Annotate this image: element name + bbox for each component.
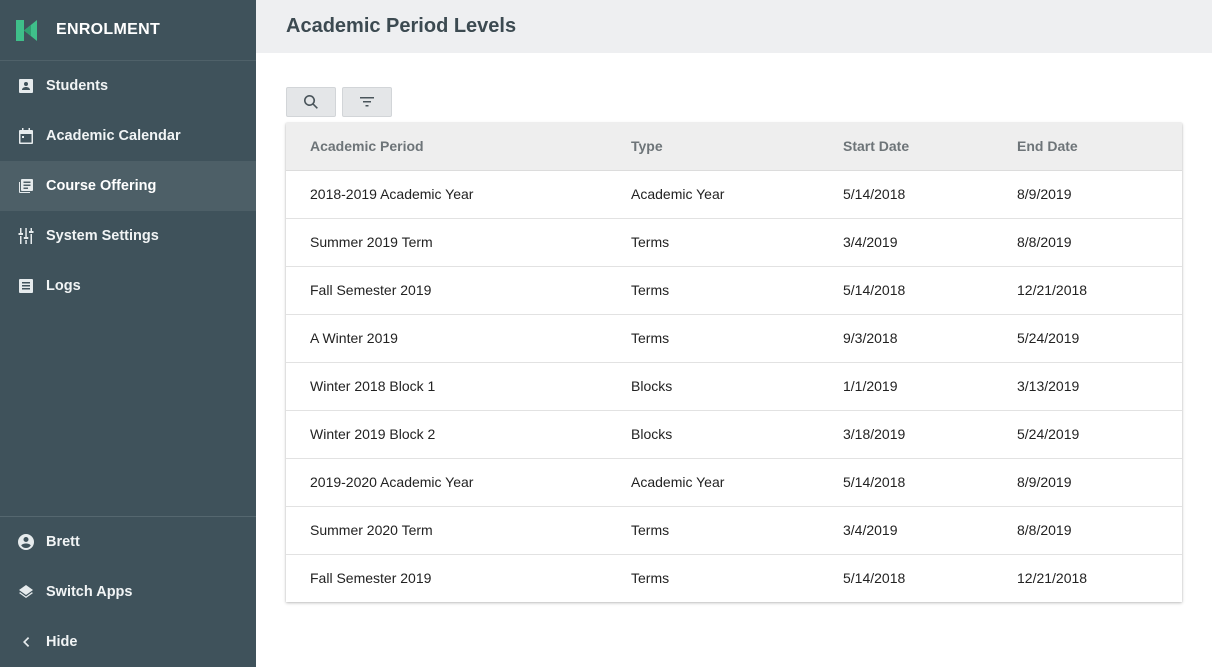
sidebar: ENROLMENT Students Academic Calendar Cou… xyxy=(0,0,256,667)
table-row[interactable]: A Winter 2019 Terms 9/3/2018 5/24/2019 xyxy=(286,314,1182,363)
student-id-icon xyxy=(18,78,34,94)
cell-type: Academic Year xyxy=(607,458,819,507)
cell-type: Blocks xyxy=(607,362,819,411)
sidebar-item-logs[interactable]: Logs xyxy=(0,261,256,311)
cell-start-date: 5/14/2018 xyxy=(843,570,906,587)
sidebar-item-label: System Settings xyxy=(46,228,159,244)
brand: ENROLMENT xyxy=(0,0,256,61)
table-row[interactable]: Summer 2019 Term Terms 3/4/2019 8/8/2019 xyxy=(286,218,1182,267)
cell-end-date: 5/24/2019 xyxy=(993,410,1182,459)
cell-end-date: 8/8/2019 xyxy=(993,218,1182,267)
filter-icon xyxy=(360,97,374,107)
sidebar-item-system-settings[interactable]: System Settings xyxy=(0,211,256,261)
table-row[interactable]: Winter 2019 Block 2 Blocks 3/18/2019 5/2… xyxy=(286,410,1182,459)
sidebar-item-academic-calendar[interactable]: Academic Calendar xyxy=(0,111,256,161)
search-icon xyxy=(304,95,318,109)
table-row[interactable]: Winter 2018 Block 1 Blocks 1/1/2019 3/13… xyxy=(286,362,1182,411)
cell-type: Terms xyxy=(607,266,819,315)
cell-start-date: 3/4/2019 xyxy=(819,506,993,555)
sidebar-item-label: Course Offering xyxy=(46,178,157,194)
cell-academic-period: 2019-2020 Academic Year xyxy=(286,458,607,507)
cell-start-date: 9/3/2018 xyxy=(819,314,993,363)
chevron-left-icon xyxy=(18,634,34,650)
sidebar-item-switch-apps[interactable]: Switch Apps xyxy=(0,567,256,617)
sidebar-item-label: Academic Calendar xyxy=(46,128,181,144)
page-header: Academic Period Levels xyxy=(256,0,1212,53)
academic-periods-table: Academic Period Type Start Date End Date… xyxy=(286,123,1182,602)
cell-end-date: 5/24/2019 xyxy=(993,314,1182,363)
cell-start-date: 5/14/2018 xyxy=(819,170,993,219)
cell-end-date: 8/9/2019 xyxy=(993,458,1182,507)
page-title: Academic Period Levels xyxy=(286,15,517,37)
table-toolbar xyxy=(286,87,392,117)
app-logo-icon xyxy=(16,19,37,41)
sidebar-item-hide[interactable]: Hide xyxy=(0,617,256,667)
cell-end-date: 8/9/2019 xyxy=(993,170,1182,219)
column-header-start-date[interactable]: Start Date xyxy=(819,123,993,171)
cell-academic-period: A Winter 2019 xyxy=(286,314,607,363)
cell-academic-period: Winter 2018 Block 1 xyxy=(286,362,607,411)
sidebar-item-label: Hide xyxy=(46,634,78,650)
sidebar-item-label: Students xyxy=(46,78,109,94)
cell-academic-period: Winter 2019 Block 2 xyxy=(286,410,607,459)
cell-end-date: 12/21/2018 xyxy=(993,266,1182,315)
column-header-type[interactable]: Type xyxy=(607,123,819,171)
cell-academic-period: Fall Semester 2019 xyxy=(310,570,432,587)
main-nav: Students Academic Calendar Course Offeri… xyxy=(0,61,256,311)
cell-start-date: 3/18/2019 xyxy=(819,410,993,459)
cell-end-date: 12/21/2018 xyxy=(1017,570,1088,587)
cell-start-date: 1/1/2019 xyxy=(819,362,993,411)
calendar-icon xyxy=(18,128,34,144)
sidebar-item-label: Switch Apps xyxy=(46,584,133,600)
cell-type: Blocks xyxy=(607,410,819,459)
sliders-icon xyxy=(18,228,34,244)
sidebar-bottom-nav: Brett Switch Apps Hide xyxy=(0,516,256,667)
cell-type: Terms xyxy=(631,570,670,587)
cell-academic-period: Fall Semester 2019 xyxy=(286,266,607,315)
cell-start-date: 3/4/2019 xyxy=(819,218,993,267)
library-books-icon xyxy=(18,178,34,194)
sidebar-item-user[interactable]: Brett xyxy=(0,517,256,567)
table-row[interactable]: Summer 2020 Term Terms 3/4/2019 8/8/2019 xyxy=(286,506,1182,555)
list-document-icon xyxy=(18,278,34,294)
app-title: ENROLMENT xyxy=(56,21,161,38)
sidebar-item-course-offering[interactable]: Course Offering xyxy=(0,161,256,211)
cell-end-date: 3/13/2019 xyxy=(993,362,1182,411)
table-row[interactable]: 2018-2019 Academic Year Academic Year 5/… xyxy=(286,170,1182,219)
table-row[interactable]: Fall Semester 2019 Terms 5/14/2018 12/21… xyxy=(286,266,1182,315)
cell-start-date: 5/14/2018 xyxy=(819,458,993,507)
cell-academic-period: 2018-2019 Academic Year xyxy=(286,170,607,219)
column-header-end-date[interactable]: End Date xyxy=(993,123,1182,171)
cell-academic-period: Summer 2020 Term xyxy=(286,506,607,555)
column-header-academic-period[interactable]: Academic Period xyxy=(286,123,607,171)
search-button[interactable] xyxy=(286,87,336,117)
cell-type: Terms xyxy=(607,506,819,555)
cell-type: Academic Year xyxy=(607,170,819,219)
sidebar-item-label: Brett xyxy=(46,534,80,550)
cell-academic-period: Summer 2019 Term xyxy=(286,218,607,267)
layers-icon xyxy=(18,584,34,600)
user-circle-icon xyxy=(18,534,34,550)
table-header-row: Academic Period Type Start Date End Date xyxy=(286,123,1182,171)
sidebar-item-students[interactable]: Students xyxy=(0,61,256,111)
cell-end-date: 8/8/2019 xyxy=(993,506,1182,555)
cell-start-date: 5/14/2018 xyxy=(819,266,993,315)
cell-type: Terms xyxy=(607,218,819,267)
cell-type: Terms xyxy=(607,314,819,363)
table-row[interactable]: Fall Semester 2019 Terms 5/14/2018 12/21… xyxy=(286,554,1182,602)
filter-button[interactable] xyxy=(342,87,392,117)
table-row[interactable]: 2019-2020 Academic Year Academic Year 5/… xyxy=(286,458,1182,507)
sidebar-item-label: Logs xyxy=(46,278,81,294)
